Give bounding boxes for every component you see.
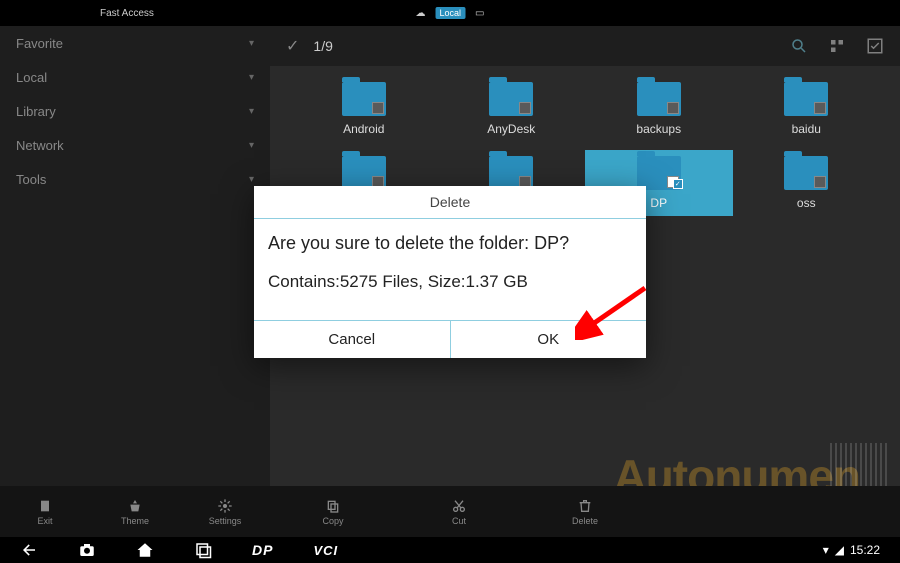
exit-button[interactable]: Exit — [0, 486, 90, 537]
folder-label: AnyDesk — [487, 122, 535, 136]
folder-label: baidu — [792, 122, 821, 136]
sidebar-item-library[interactable]: Library ▾ — [0, 94, 270, 128]
folder-icon — [784, 156, 828, 190]
sidebar-item-local[interactable]: Local ▾ — [0, 60, 270, 94]
sidebar-item-label: Tools — [16, 172, 46, 187]
chevron-down-icon: ▾ — [249, 140, 254, 151]
folder-item[interactable]: Android — [290, 76, 438, 142]
toolbar-label: Cut — [452, 516, 466, 526]
cancel-button[interactable]: Cancel — [254, 321, 451, 358]
select-all-icon[interactable] — [866, 37, 884, 55]
home-icon[interactable] — [136, 541, 154, 559]
cut-icon — [451, 498, 467, 514]
folder-icon — [342, 156, 386, 190]
toolbar-label: Delete — [572, 516, 598, 526]
bottom-toolbar: Exit Theme Settings Copy Cut Delete — [0, 486, 900, 537]
dialog-title: Delete — [254, 186, 646, 219]
toolbar-label: Theme — [121, 516, 149, 526]
sidebar: Favorite ▾ Local ▾ Library ▾ Network ▾ Tools… — [0, 26, 270, 512]
folder-label: backups — [636, 122, 681, 136]
android-status-bar: Fast Access ☁ Local ▭ — [0, 0, 900, 26]
cloud-icon: ☁ — [416, 8, 426, 19]
cut-button[interactable]: Cut — [396, 486, 522, 537]
sidebar-item-label: Local — [16, 70, 47, 85]
sidebar-item-label: Library — [16, 104, 56, 119]
folder-icon — [489, 82, 533, 116]
status-title: Fast Access — [100, 8, 154, 19]
exit-icon — [37, 498, 53, 514]
signal-icon: ◢ — [835, 543, 844, 557]
clock: ▾ ◢ 15:22 — [823, 543, 880, 557]
delete-button[interactable]: Delete — [522, 486, 648, 537]
folder-label: DP — [650, 196, 667, 210]
folder-item[interactable]: oss — [733, 150, 881, 216]
folder-icon — [342, 82, 386, 116]
sidebar-item-label: Network — [16, 138, 64, 153]
dialog-question: Are you sure to delete the folder: DP? — [268, 233, 632, 254]
folder-item[interactable]: backups — [585, 76, 733, 142]
back-icon[interactable] — [20, 541, 38, 559]
time-text: 15:22 — [850, 543, 880, 557]
chevron-down-icon: ▾ — [249, 106, 254, 117]
theme-button[interactable]: Theme — [90, 486, 180, 537]
delete-confirm-dialog: Delete Are you sure to delete the folder… — [254, 186, 646, 358]
sidebar-item-favorite[interactable]: Favorite ▾ — [0, 26, 270, 60]
device-icon: ▭ — [475, 8, 484, 19]
recent-apps-icon[interactable] — [194, 541, 212, 559]
toolbar-label: Exit — [37, 516, 52, 526]
sort-icon[interactable] — [828, 37, 846, 55]
android-nav-bar: DP VCI ▾ ◢ 15:22 — [0, 537, 900, 563]
copy-icon — [325, 498, 341, 514]
selection-toolbar: ✓ 1/9 — [270, 26, 900, 66]
sidebar-item-network[interactable]: Network ▾ — [0, 128, 270, 162]
wifi-icon: ▾ — [823, 543, 829, 557]
toolbar-label: Settings — [209, 516, 242, 526]
folder-item[interactable]: AnyDesk — [438, 76, 586, 142]
dialog-button-row: Cancel OK — [254, 320, 646, 358]
ok-button[interactable]: OK — [451, 321, 647, 358]
status-location-group: ☁ Local ▭ — [416, 7, 485, 19]
accept-selection-icon[interactable]: ✓ — [286, 36, 299, 56]
settings-button[interactable]: Settings — [180, 486, 270, 537]
dialog-info: Contains:5275 Files, Size:1.37 GB — [268, 272, 632, 292]
folder-label: oss — [797, 196, 816, 210]
folder-icon — [637, 82, 681, 116]
gear-icon — [217, 498, 233, 514]
sidebar-item-label: Favorite — [16, 36, 63, 51]
dialog-body: Are you sure to delete the folder: DP? C… — [254, 219, 646, 306]
folder-label: Android — [343, 122, 384, 136]
trash-icon — [577, 498, 593, 514]
copy-button[interactable]: Copy — [270, 486, 396, 537]
folder-icon — [784, 82, 828, 116]
sidebar-item-tools[interactable]: Tools ▾ — [0, 162, 270, 196]
chevron-down-icon: ▾ — [249, 174, 254, 185]
selection-counter: 1/9 — [313, 38, 332, 54]
theme-icon — [127, 498, 143, 514]
folder-item[interactable]: baidu — [733, 76, 881, 142]
toolbar-label: Copy — [322, 516, 343, 526]
chevron-down-icon: ▾ — [249, 38, 254, 49]
location-badge[interactable]: Local — [436, 7, 466, 19]
folder-icon — [489, 156, 533, 190]
checkbox-checked-icon: ✓ — [673, 179, 683, 189]
camera-icon[interactable] — [78, 541, 96, 559]
search-icon[interactable] — [790, 37, 808, 55]
nav-vci-label[interactable]: VCI — [313, 543, 338, 558]
nav-dp-label[interactable]: DP — [252, 542, 273, 558]
chevron-down-icon: ▾ — [249, 72, 254, 83]
